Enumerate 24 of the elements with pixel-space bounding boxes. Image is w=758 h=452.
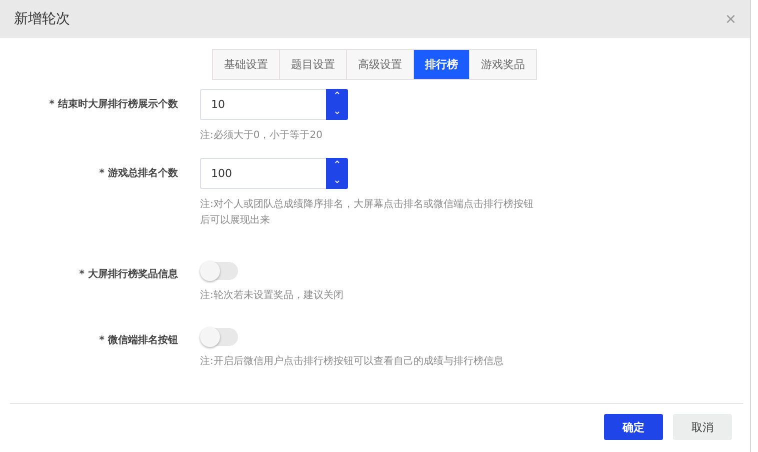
tab[interactable]: 题目设置 [279, 49, 347, 80]
tab[interactable]: 游戏奖品 [469, 49, 537, 80]
tab[interactable]: 基础设置 [212, 49, 280, 80]
cancel-button[interactable]: 取消 [673, 414, 732, 440]
decrement-button[interactable]: ⌄ [326, 104, 348, 120]
field-label: * 大屏排行榜奖品信息 [78, 268, 178, 282]
number-input[interactable]: 100 [200, 158, 326, 189]
number-input[interactable]: 10 [200, 89, 326, 120]
field-label: * 游戏总排名个数 [98, 166, 178, 181]
tab[interactable]: 排行榜 [413, 49, 470, 80]
dialog-title: 新增轮次 [14, 10, 70, 28]
field-label: * 微信端排名按钮 [98, 334, 178, 348]
field-note: 注:必须大于0，小于等于20 [200, 128, 324, 143]
increment-button[interactable]: ⌃ [326, 89, 348, 104]
field-note: 注:开启后微信用户点击排行榜按钮可以查看自己的成绩与排行榜信息 [200, 354, 504, 369]
increment-button[interactable]: ⌃ [326, 158, 348, 174]
tab[interactable]: 高级设置 [346, 49, 414, 80]
decrement-button[interactable]: ⌄ [326, 174, 348, 189]
field-note: 注:对个人或团队总成绩降序排名，大屏幕点击排名或微信端点击排行榜按钮后可以展现出来 [200, 198, 534, 228]
field-label: * 结束时大屏排行榜展示个数 [48, 98, 178, 112]
confirm-button[interactable]: 确定 [604, 414, 663, 440]
toggle-switch[interactable] [200, 262, 238, 280]
toggle-switch[interactable] [200, 328, 238, 346]
field-note: 注:轮次若未设置奖品，建议关闭 [200, 288, 344, 303]
